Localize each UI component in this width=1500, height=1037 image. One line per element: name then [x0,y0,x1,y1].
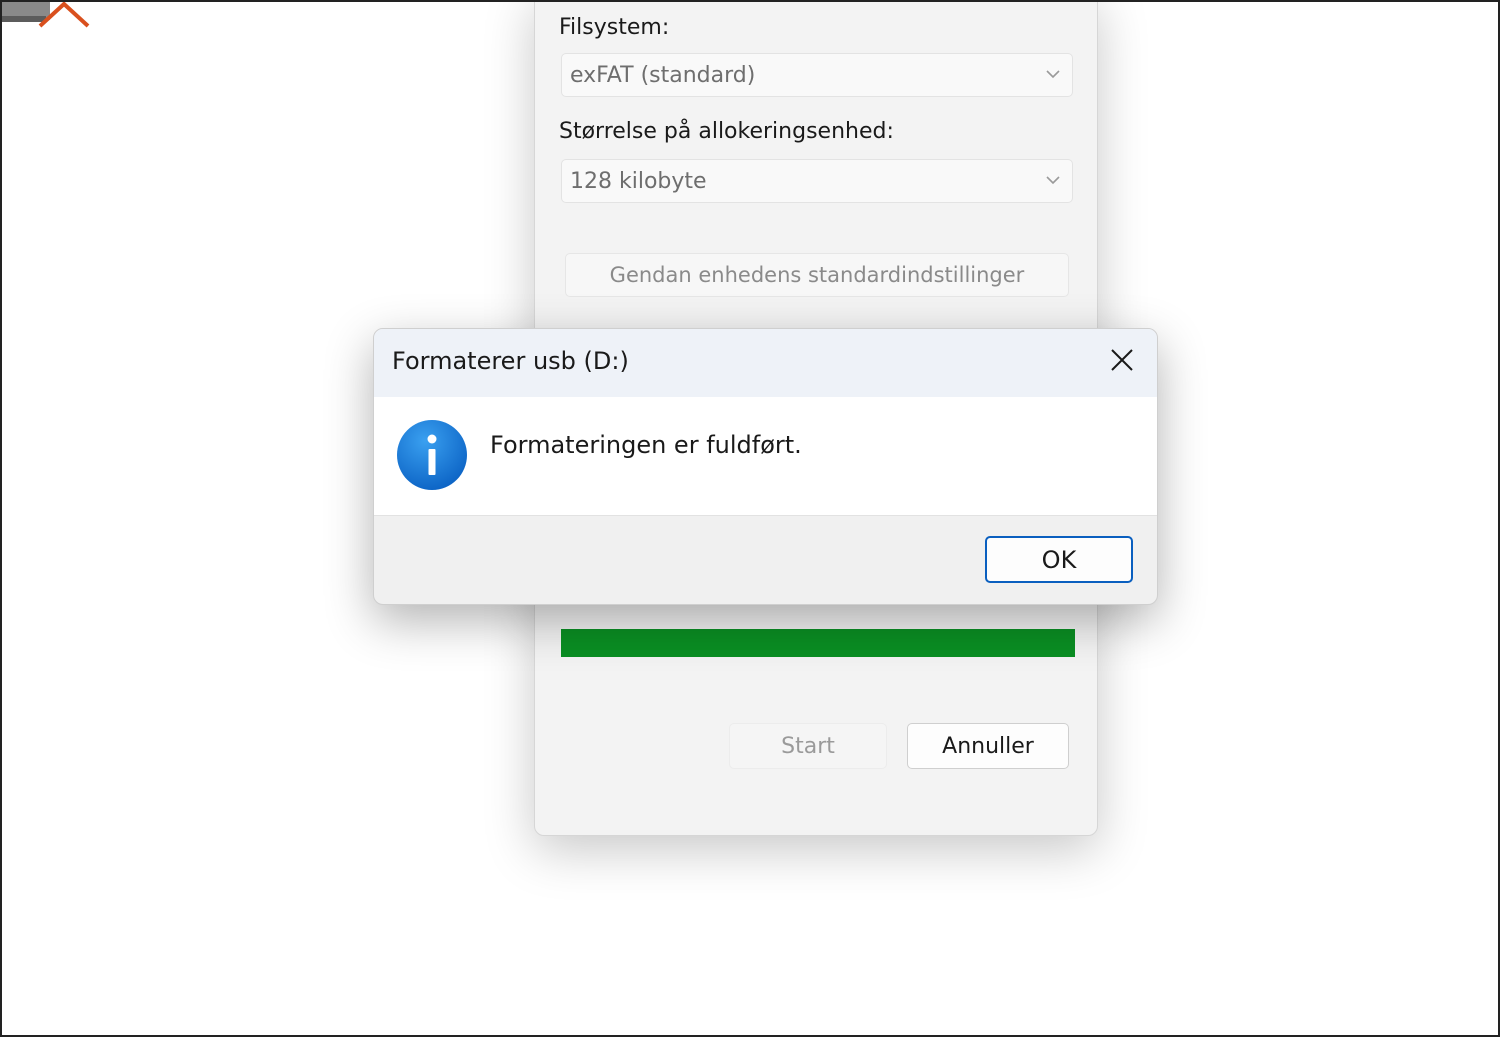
progress-bar [561,629,1075,657]
title-bar: Formaterer usb (D:) [374,329,1157,397]
filesystem-label: Filsystem: [559,15,670,40]
start-button[interactable]: Start [729,723,887,769]
close-icon [1111,349,1133,371]
ok-button[interactable]: OK [985,536,1133,583]
allocation-value: 128 kilobyte [570,168,707,194]
info-icon [397,420,467,490]
chevron-down-icon [1046,70,1060,79]
chevron-down-icon [1046,176,1060,185]
restore-defaults-button[interactable]: Gendan enhedens standardindstillinger [565,253,1069,297]
message-text: Formateringen er fuldført. [490,431,802,459]
allocation-label: Størrelse på allokeringsenhed: [559,119,894,144]
drive-icon [0,0,110,34]
progress-fill [561,629,1075,657]
filesystem-value: exFAT (standard) [570,62,756,88]
dialog-title: Formaterer usb (D:) [392,347,629,375]
completion-message-box: Formaterer usb (D:) Formateringen er ful… [373,328,1158,605]
message-body: Formateringen er fuldført. [374,397,1157,516]
cancel-button[interactable]: Annuller [907,723,1069,769]
filesystem-select[interactable]: exFAT (standard) [561,53,1073,97]
close-button[interactable] [1105,343,1139,377]
allocation-select[interactable]: 128 kilobyte [561,159,1073,203]
